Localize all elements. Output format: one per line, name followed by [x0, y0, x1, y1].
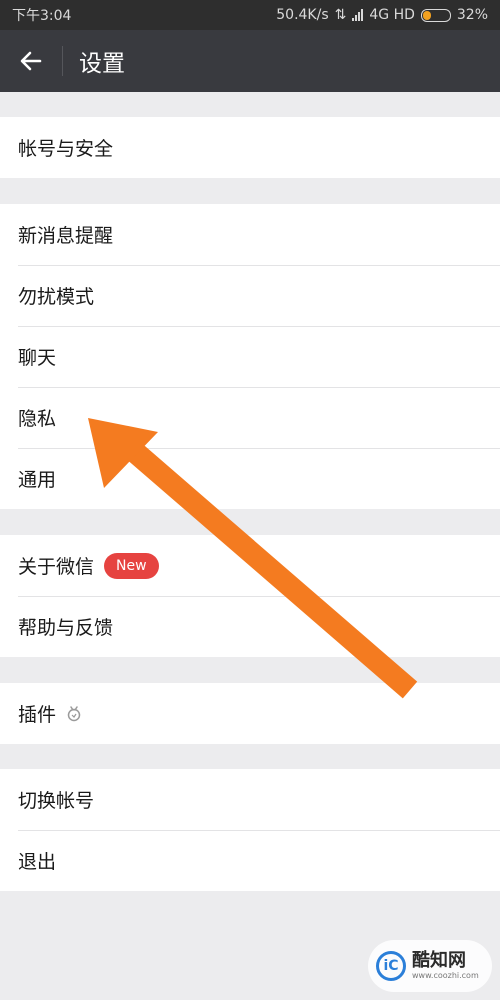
watermark: iC 酷知网 www.coozhi.com — [368, 940, 492, 992]
battery-icon — [420, 8, 451, 22]
settings-item-label: 帮助与反馈 — [18, 617, 114, 639]
status-bar: 下午3:04 50.4K/s ⇅ 4G HD 32% — [0, 0, 500, 30]
back-button[interactable] — [0, 30, 62, 92]
new-badge: New — [104, 552, 159, 579]
settings-item-logout[interactable]: 退出 — [0, 830, 500, 891]
watermark-logo: iC — [376, 951, 406, 981]
watermark-url: www.coozhi.com — [412, 971, 479, 980]
network-speed: 50.4K/s — [276, 7, 329, 23]
settings-item-chat[interactable]: 聊天 — [0, 326, 500, 387]
page-title: 设置 — [79, 51, 125, 77]
plugin-icon — [66, 705, 82, 723]
settings-item-general[interactable]: 通用 — [0, 448, 500, 509]
watermark-text: 酷知网 www.coozhi.com — [412, 951, 479, 981]
settings-item-switch-account[interactable]: 切换帐号 — [0, 769, 500, 830]
settings-item-label: 退出 — [18, 851, 57, 873]
settings-group-session: 切换帐号 退出 — [0, 769, 500, 891]
settings-item-privacy[interactable]: 隐私 — [0, 387, 500, 448]
settings-item-label: 勿扰模式 — [18, 286, 95, 308]
settings-item-do-not-disturb[interactable]: 勿扰模式 — [0, 265, 500, 326]
settings-group-about: 关于微信 New 帮助与反馈 — [0, 535, 500, 657]
network-type: 4G HD — [369, 7, 415, 23]
settings-item-label: 切换帐号 — [18, 790, 95, 812]
signal-icon — [352, 9, 364, 21]
settings-item-label: 插件 — [18, 704, 57, 726]
settings-item-label: 隐私 — [18, 408, 57, 430]
settings-item-label: 新消息提醒 — [18, 225, 114, 247]
settings-item-help-feedback[interactable]: 帮助与反馈 — [0, 596, 500, 657]
settings-group-main: 新消息提醒 勿扰模式 聊天 隐私 通用 — [0, 204, 500, 509]
status-time: 下午3:04 — [12, 8, 72, 24]
title-divider — [62, 46, 63, 76]
settings-item-label: 关于微信 — [18, 556, 95, 578]
settings-group-account: 帐号与安全 — [0, 117, 500, 178]
watermark-name: 酷知网 — [412, 950, 466, 971]
settings-item-about[interactable]: 关于微信 New — [0, 535, 500, 596]
settings-group-plugins: 插件 — [0, 683, 500, 744]
settings-item-label: 帐号与安全 — [18, 138, 114, 160]
data-transfer-icon: ⇅ — [334, 7, 347, 23]
settings-item-plugins[interactable]: 插件 — [0, 683, 500, 744]
settings-item-label: 聊天 — [18, 347, 57, 369]
settings-item-label: 通用 — [18, 469, 57, 491]
status-right: 50.4K/s ⇅ 4G HD 32% — [276, 7, 488, 23]
settings-item-notifications[interactable]: 新消息提醒 — [0, 204, 500, 265]
back-arrow-icon — [20, 51, 42, 71]
settings-item-account-security[interactable]: 帐号与安全 — [0, 117, 500, 178]
title-bar: 设置 — [0, 30, 500, 92]
battery-percent: 32% — [456, 7, 488, 23]
